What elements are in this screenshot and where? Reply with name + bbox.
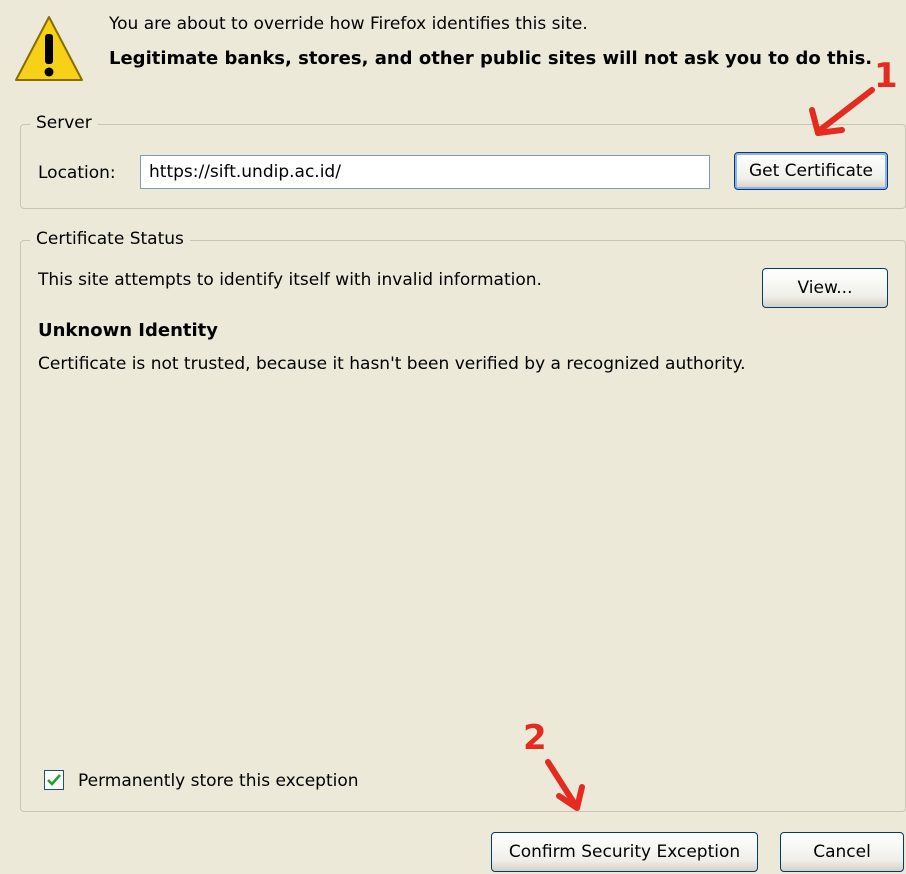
permanent-exception-label[interactable]: Permanently store this exception [78,771,359,791]
status-summary: This site attempts to identify itself wi… [38,270,542,290]
server-legend: Server [30,113,98,133]
permanent-exception-checkbox[interactable] [44,770,64,790]
view-label: View... [797,278,853,298]
warning-emphasis: Legitimate banks, stores, and other publ… [109,48,873,69]
warning-icon [15,16,83,81]
checkmark-icon [47,774,61,786]
warning-message: You are about to override how Firefox id… [109,14,588,34]
annotation-step-2: 2 [523,718,547,758]
certificate-status-legend: Certificate Status [30,229,190,249]
cancel-button[interactable]: Cancel [780,832,904,872]
annotation-step-1: 1 [874,56,898,96]
view-button[interactable]: View... [762,268,888,308]
location-label: Location: [38,163,116,183]
identity-heading: Unknown Identity [38,320,219,341]
confirm-security-exception-button[interactable]: Confirm Security Exception [491,832,758,872]
cancel-label: Cancel [813,842,871,862]
location-input[interactable]: https://sift.undip.ac.id/ [140,155,710,189]
get-certificate-label: Get Certificate [748,161,873,181]
confirm-label: Confirm Security Exception [508,842,741,862]
identity-detail: Certificate is not trusted, because it h… [38,354,746,374]
get-certificate-button[interactable]: Get Certificate [734,152,888,190]
